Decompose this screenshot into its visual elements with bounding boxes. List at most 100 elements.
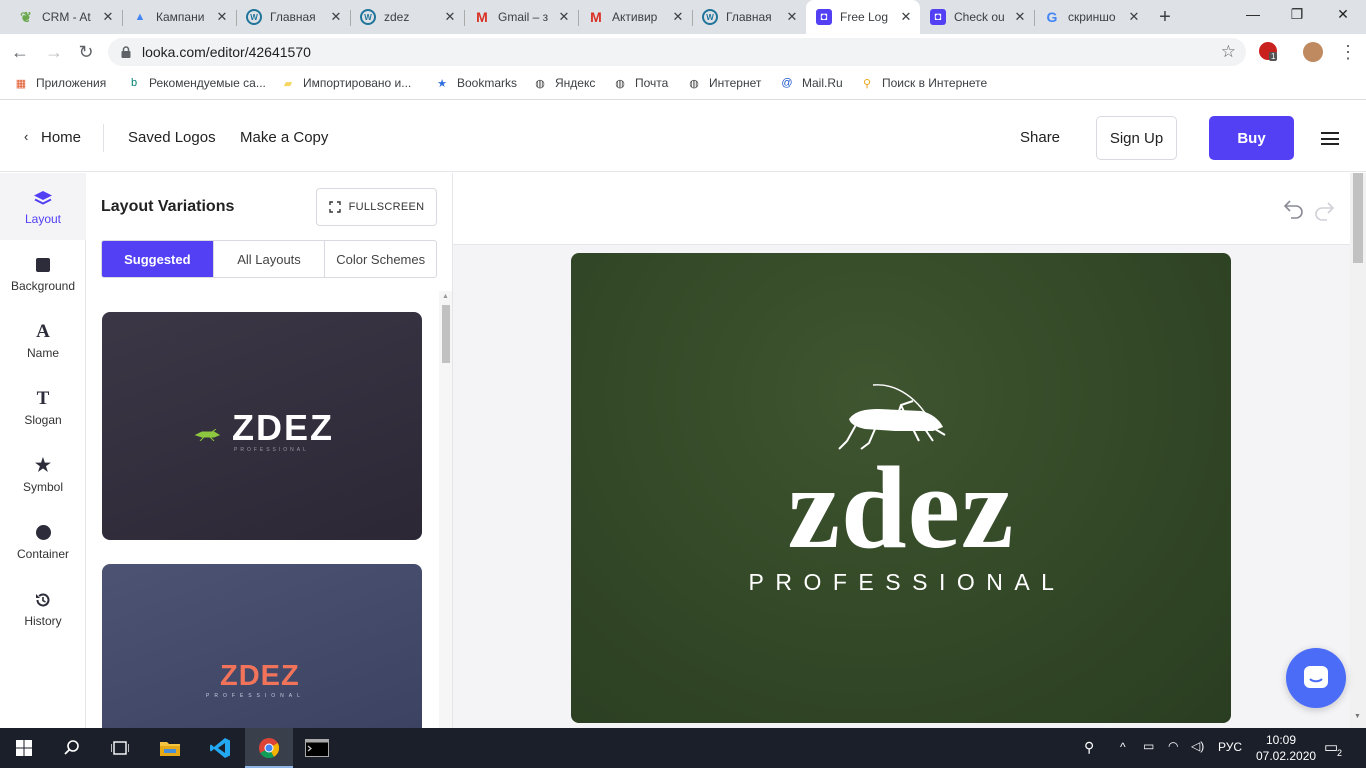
tab-color-schemes[interactable]: Color Schemes [325, 241, 436, 277]
close-tab-icon[interactable]: ✕ [214, 9, 230, 25]
main-scrollbar[interactable]: ▼ [1350, 173, 1366, 728]
windows-start-icon[interactable] [0, 728, 48, 768]
close-tab-icon[interactable]: ✕ [784, 9, 800, 25]
bookmark-item[interactable]: ◍ Интернет [687, 76, 761, 90]
bookmark-star-icon[interactable]: ☆ [1221, 42, 1236, 62]
star-icon: ★ [437, 77, 447, 90]
panel-scrollbar[interactable]: ▲ [439, 291, 452, 728]
close-window-icon[interactable]: ✕ [1333, 6, 1353, 23]
logo-name-text[interactable]: zdez [571, 449, 1231, 567]
browser-tab[interactable]: Wzdez ✕ [350, 0, 464, 34]
bookmark-item[interactable]: ★ Bookmarks [435, 76, 517, 90]
logo-slogan-text[interactable]: PROFESSIONAL [571, 568, 1231, 596]
sidebar-item-slogan[interactable]: T Slogan [0, 374, 86, 441]
bookmark-item[interactable]: ◍ Почта [613, 76, 668, 90]
fullscreen-button[interactable]: FULLSCREEN [316, 188, 437, 226]
tab-suggested[interactable]: Suggested [102, 241, 214, 277]
close-tab-icon[interactable]: ✕ [556, 9, 572, 25]
sidebar-item-symbol[interactable]: ★ Symbol [0, 441, 86, 508]
minimize-icon[interactable]: — [1243, 6, 1263, 22]
gmail-icon: M [476, 9, 488, 25]
vscode-icon[interactable] [196, 728, 244, 768]
browser-tab[interactable]: M Gmail – з ✕ [464, 0, 578, 34]
clock-date[interactable]: 07.02.2020 [1256, 749, 1316, 763]
close-tab-icon[interactable]: ✕ [898, 9, 914, 25]
layout-card[interactable]: ZDEZ PROFESSIONAL [102, 312, 422, 540]
back-icon[interactable]: ← [10, 42, 30, 62]
close-tab-icon[interactable]: ✕ [442, 9, 458, 25]
bookmark-item[interactable]: ⚲ Поиск в Интернете [860, 76, 987, 90]
bookmark-label: Mail.Ru [802, 76, 843, 90]
browser-tab[interactable]: W Главная ✕ [236, 0, 350, 34]
bookmark-item[interactable]: ◍ Яндекс [533, 76, 595, 90]
sidebar-item-history[interactable]: History [0, 575, 86, 642]
close-tab-icon[interactable]: ✕ [1012, 9, 1028, 25]
reload-icon[interactable]: ↻ [76, 42, 96, 62]
browser-tab[interactable]: Gскриншо ✕ [1034, 0, 1148, 34]
layout-card[interactable]: ZDEZ PROFESSIONAL [102, 564, 422, 728]
address-bar[interactable]: looka.com/editor/42641570 ☆ [108, 38, 1246, 66]
sidebar-item-background[interactable]: Background [0, 240, 86, 307]
browser-tab[interactable]: ▲ Кампани ✕ [122, 0, 236, 34]
forward-icon[interactable]: → [44, 42, 64, 62]
profile-avatar[interactable] [1303, 42, 1323, 62]
browser-tab[interactable]: ❦ CRM - At ✕ [8, 0, 122, 34]
browser-tab[interactable]: M Активир ✕ [578, 0, 692, 34]
restore-icon[interactable]: ❐ [1287, 6, 1307, 23]
volume-icon[interactable]: ◁) [1191, 739, 1204, 753]
extension-opera-icon[interactable]: 1 [1259, 42, 1278, 61]
sidebar-item-container[interactable]: Container [0, 508, 86, 575]
close-tab-icon[interactable]: ✕ [1126, 9, 1142, 25]
panel-scroll-thumb[interactable] [442, 305, 450, 363]
sidebar-item-label: Symbol [22, 479, 63, 494]
language-indicator[interactable]: РУС [1218, 740, 1242, 754]
bookmark-item[interactable]: ▦ Приложения [14, 76, 106, 90]
chevron-left-icon[interactable]: ‹ [24, 129, 28, 144]
search-icon[interactable] [48, 728, 96, 768]
bookmark-item[interactable]: @ Mail.Ru [780, 76, 843, 90]
tab-all-layouts[interactable]: All Layouts [214, 241, 326, 277]
sidebar-item-label: Container [16, 546, 70, 561]
people-icon[interactable]: ⚲ [1084, 739, 1094, 756]
globe-icon: ◍ [615, 77, 625, 90]
browser-menu-icon[interactable]: ⋮ [1338, 42, 1358, 62]
make-copy-link[interactable]: Make a Copy [240, 129, 328, 146]
sidebar-item-layout[interactable]: Layout [0, 173, 86, 240]
header-divider [103, 124, 104, 152]
card-logo-name: ZDEZ [232, 407, 334, 448]
sign-up-button[interactable]: Sign Up [1096, 116, 1177, 160]
redo-icon[interactable] [1313, 199, 1335, 221]
layout-variations-panel: Layout Variations FULLSCREEN Suggested A… [86, 173, 453, 728]
scroll-up-icon[interactable]: ▲ [442, 293, 449, 300]
home-link[interactable]: Home [41, 129, 81, 146]
new-tab-button[interactable]: + [1155, 6, 1175, 29]
bookmark-item[interactable]: b Рекомендуемые са... [127, 76, 266, 90]
wifi-icon[interactable]: ◠ [1168, 739, 1178, 753]
battery-icon[interactable]: ▭ [1143, 739, 1154, 753]
browser-tab[interactable]: ◘ Check ou ✕ [920, 0, 1034, 34]
close-tab-icon[interactable]: ✕ [100, 9, 116, 25]
close-tab-icon[interactable]: ✕ [328, 9, 344, 25]
task-view-icon[interactable] [96, 728, 144, 768]
buy-button[interactable]: Buy [1209, 116, 1294, 160]
undo-icon[interactable] [1283, 197, 1305, 219]
main-scroll-thumb[interactable] [1353, 173, 1363, 263]
hamburger-menu-icon[interactable] [1321, 132, 1339, 145]
file-explorer-icon[interactable] [146, 728, 194, 768]
scroll-down-icon[interactable]: ▼ [1354, 713, 1361, 720]
terminal-icon[interactable] [293, 728, 341, 768]
square-icon [36, 255, 50, 275]
sidebar-item-name[interactable]: A Name [0, 307, 86, 374]
bookmark-item[interactable]: ▰ Импортировано и... [281, 76, 412, 90]
chrome-icon[interactable] [245, 728, 293, 768]
browser-tab[interactable]: W Главная ✕ [692, 0, 806, 34]
chat-launcher-button[interactable] [1286, 648, 1346, 708]
chevron-up-icon[interactable]: ^ [1120, 740, 1126, 754]
browser-tab[interactable]: ◘ Free Log ✕ [806, 0, 920, 34]
close-tab-icon[interactable]: ✕ [670, 9, 686, 25]
logo-preview[interactable]: zdez PROFESSIONAL [571, 253, 1231, 723]
saved-logos-link[interactable]: Saved Logos [128, 129, 216, 146]
clock-time[interactable]: 10:09 [1266, 733, 1296, 747]
bookmark-label: Приложения [36, 76, 107, 90]
share-link[interactable]: Share [1020, 129, 1060, 146]
